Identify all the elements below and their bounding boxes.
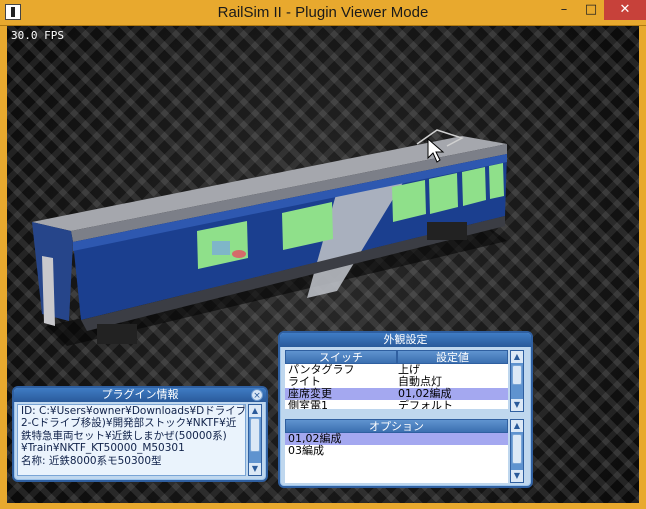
settings-column-headers: スイッチ 設定値	[285, 350, 508, 364]
window-titlebar[interactable]: RailSim II - Plugin Viewer Mode – □ ✕	[0, 0, 646, 26]
train-bogie-rear	[427, 222, 467, 240]
column-header-value[interactable]: 設定値	[397, 350, 508, 364]
options-list: 01,02編成 03編成	[285, 433, 508, 483]
plugin-info-line: ¥Train¥NKTF_KT50000_M50301	[21, 442, 185, 455]
plugin-info-line: 2-Cドライブ移設)¥開発部ストック¥NKTF¥近	[21, 417, 237, 430]
scroll-up-icon[interactable]: ▲	[249, 405, 261, 417]
options-header: オプション	[285, 419, 508, 433]
settings-row[interactable]: 側室電1 デフォルト	[285, 399, 508, 410]
train-interior-detail	[232, 250, 246, 258]
minimize-button[interactable]: –	[550, 0, 578, 20]
plugin-info-panel: プラグイン情報 × ID: C:¥Users¥owner¥Downloads¥D…	[12, 386, 268, 482]
maximize-button[interactable]: □	[578, 0, 604, 20]
settings-scrollbar[interactable]: ▲ ▼	[510, 350, 524, 412]
plugin-info-line: 鉄特急車両セット¥近鉄しまかぜ(50000系)	[21, 429, 227, 442]
scroll-thumb[interactable]	[512, 365, 522, 385]
scroll-thumb[interactable]	[512, 434, 522, 464]
settings-row-value: デフォルト	[398, 399, 453, 410]
appearance-settings-title: 外観設定	[280, 333, 531, 347]
close-icon[interactable]: ×	[251, 389, 263, 401]
train-window-4	[429, 173, 458, 214]
plugin-info-line: ID: C:¥Users¥owner¥Downloads¥Dドライブ(	[21, 405, 246, 417]
mouse-cursor-icon	[427, 138, 445, 163]
window-frame-left	[0, 26, 7, 509]
train-interior-seat	[212, 241, 230, 255]
scroll-up-icon[interactable]: ▲	[511, 420, 523, 432]
scroll-down-icon[interactable]: ▼	[511, 399, 523, 411]
settings-row-switch: 側室電1	[288, 399, 328, 410]
train-end-door	[42, 256, 55, 326]
scroll-up-icon[interactable]: ▲	[511, 351, 523, 363]
train-window-5	[462, 167, 486, 206]
scroll-down-icon[interactable]: ▼	[511, 470, 523, 482]
plugin-info-title: プラグイン情報	[14, 388, 266, 402]
close-button[interactable]: ✕	[604, 0, 646, 20]
train-bogie-front	[97, 324, 137, 344]
column-header-switch[interactable]: スイッチ	[285, 350, 397, 364]
plugin-info-line: 名称: 近鉄8000系モ50300型	[21, 454, 162, 467]
settings-table: パンタグラフ 上げ ライト 自動点灯 座席変更 01,02編成 側室電1 デフォ…	[285, 364, 508, 409]
window-frame-right	[639, 26, 646, 509]
option-item[interactable]: 03編成	[285, 445, 508, 457]
plugin-info-scrollbar[interactable]: ▲ ▼	[248, 404, 262, 476]
scroll-thumb[interactable]	[250, 418, 260, 452]
options-scrollbar[interactable]: ▲ ▼	[510, 419, 524, 483]
train-window-6	[489, 163, 504, 199]
scroll-down-icon[interactable]: ▼	[249, 463, 261, 475]
window-frame-bottom	[0, 503, 646, 509]
appearance-settings-panel: 外観設定 スイッチ 設定値 パンタグラフ 上げ ライト 自動点灯 座席変更 01…	[278, 331, 533, 488]
plugin-info-text[interactable]: ID: C:¥Users¥owner¥Downloads¥Dドライブ( 2-Cド…	[17, 404, 246, 476]
